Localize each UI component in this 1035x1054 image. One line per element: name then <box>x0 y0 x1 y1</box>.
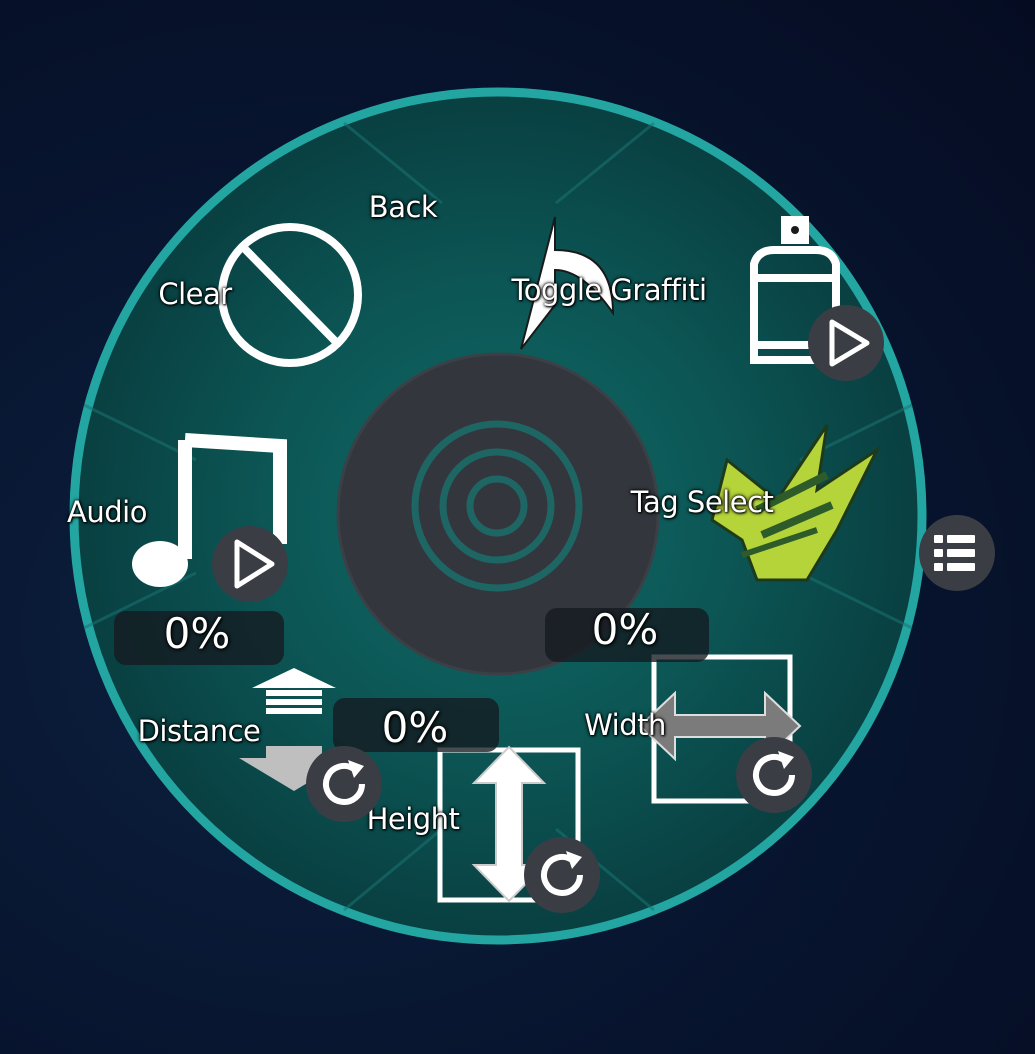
tag-select-button[interactable]: Tag Select <box>631 424 995 615</box>
width-control[interactable]: 0% Width <box>545 605 815 830</box>
tag-select-label: Tag Select <box>630 485 774 519</box>
toggle-graffiti-button[interactable]: Toggle Graffiti <box>511 205 884 395</box>
back-button[interactable]: Back <box>369 150 615 350</box>
distance-label: Distance <box>137 714 261 748</box>
clear-label: Clear <box>158 277 232 311</box>
audio-button[interactable]: Audio <box>67 429 297 619</box>
clear-button[interactable]: Clear <box>158 205 385 395</box>
back-arrow-icon <box>520 216 615 350</box>
toggle-graffiti-label: Toggle Graffiti <box>511 273 707 307</box>
distance-control[interactable]: 0% Distance <box>114 609 389 831</box>
height-control[interactable]: 0% Height <box>333 698 603 920</box>
audio-label: Audio <box>67 495 147 529</box>
radial-menu: Back Toggle Graffiti Tag Select 0% Width… <box>0 0 1035 1054</box>
list-badge-icon <box>919 515 995 591</box>
